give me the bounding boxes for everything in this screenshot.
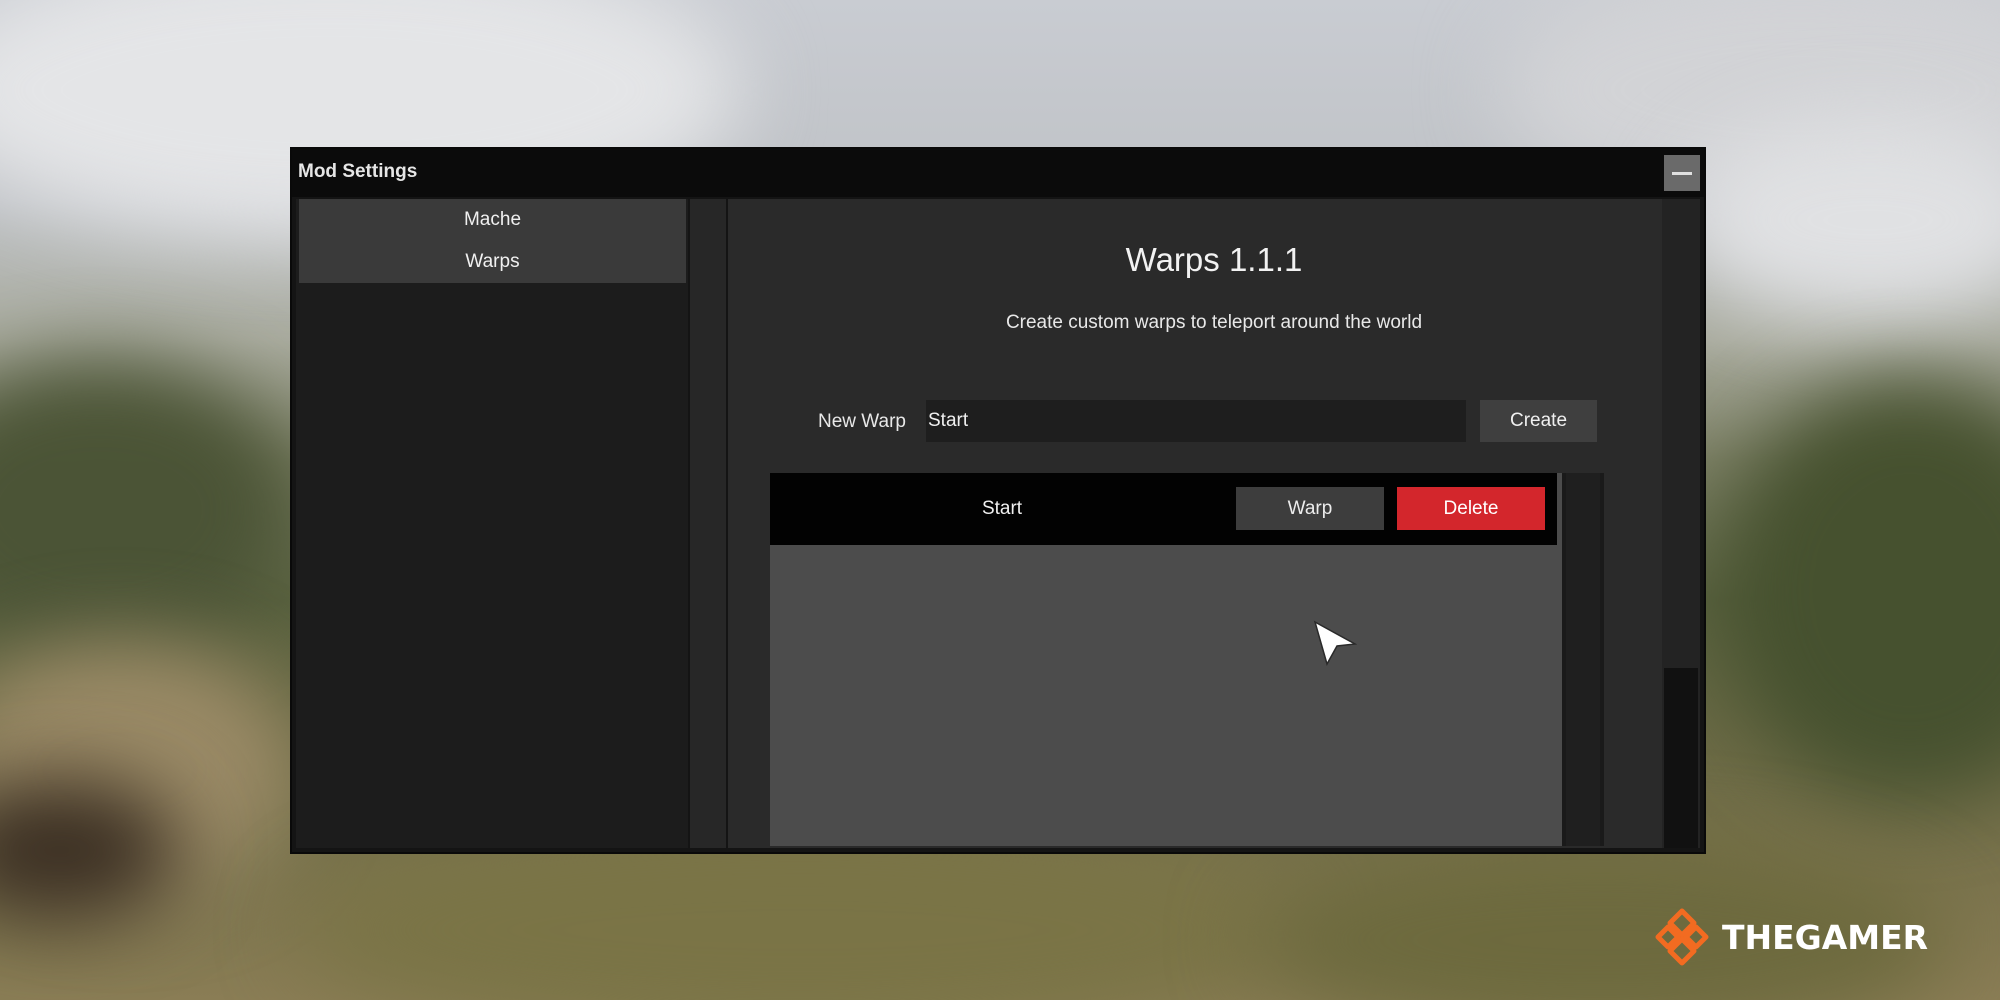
watermark-text: THEGAMER (1722, 918, 1929, 957)
thegamer-logo-icon (1655, 908, 1709, 966)
mod-settings-window: Mod Settings Mache Warps Warps 1.1.1 Cre… (290, 147, 1706, 854)
warp-list: Start Warp Delete (770, 473, 1604, 846)
sidebar-scrollbar[interactable] (690, 199, 726, 848)
warp-list-scrollbar[interactable] (1566, 473, 1600, 846)
thegamer-watermark: THEGAMER (1650, 905, 1950, 969)
new-warp-label: New Warp (818, 411, 906, 432)
mod-list-sidebar: Mache Warps (296, 199, 688, 848)
warp-button[interactable]: Warp (1236, 487, 1384, 530)
title-bar: Mod Settings (292, 149, 1704, 197)
warp-list-area: Start Warp Delete (770, 473, 1562, 846)
sidebar-item-mache[interactable]: Mache (299, 199, 686, 241)
mouse-cursor-icon (1313, 620, 1357, 666)
warp-name: Start (981, 498, 1023, 519)
panel-scrollbar-thumb[interactable] (1664, 668, 1698, 848)
page-title: Warps 1.1.1 (1125, 241, 1303, 278)
sidebar-item-label: Warps (465, 251, 520, 272)
create-button[interactable]: Create (1480, 400, 1597, 442)
minimize-icon (1672, 172, 1692, 175)
list-item: Start Warp Delete (770, 473, 1557, 545)
delete-button[interactable]: Delete (1397, 487, 1545, 530)
mod-settings-panel: Warps 1.1.1 Create custom warps to telep… (728, 199, 1700, 848)
sidebar-item-label: Mache (463, 209, 522, 230)
panel-scrollbar[interactable] (1662, 199, 1700, 848)
minimize-button[interactable] (1664, 155, 1700, 191)
new-warp-input[interactable] (926, 400, 1466, 442)
page-description: Create custom warps to teleport around t… (1005, 312, 1423, 333)
window-title: Mod Settings (298, 161, 418, 182)
sidebar-item-warps[interactable]: Warps (299, 241, 686, 283)
